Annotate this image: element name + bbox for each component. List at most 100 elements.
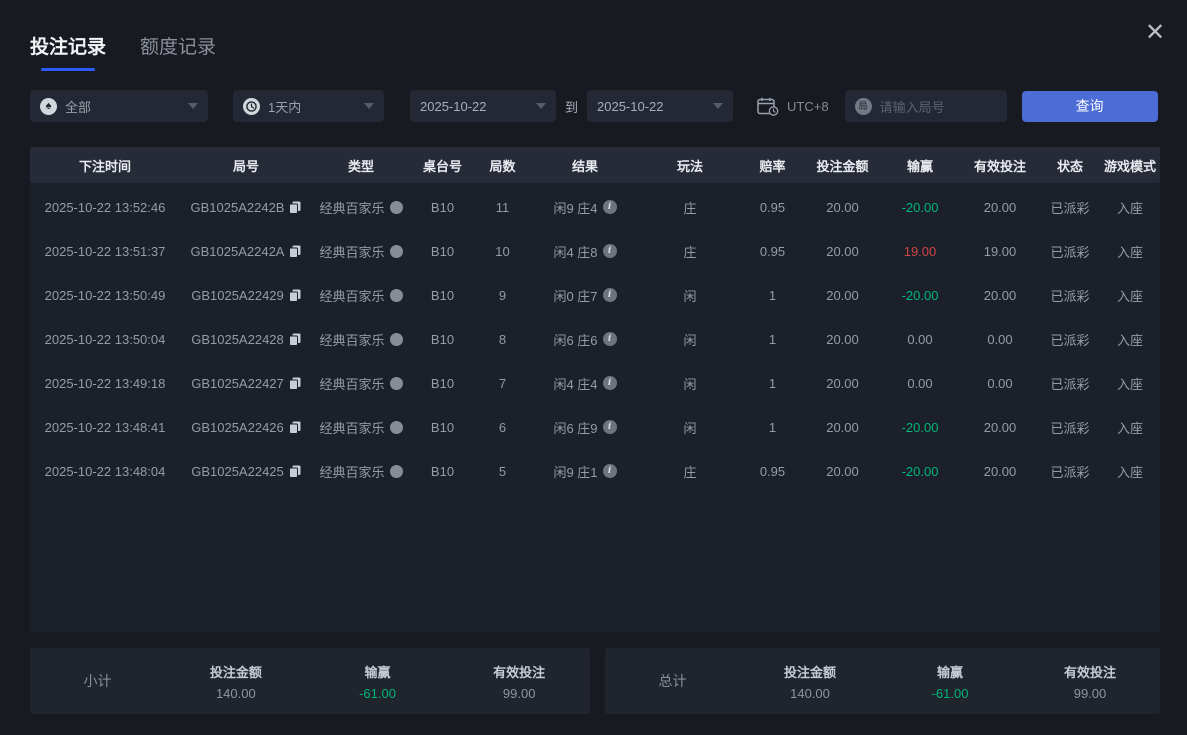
table-row: 2025-10-22 13:48:41 GB1025A22426 经典百家乐 B… bbox=[30, 405, 1160, 449]
cell-valid-bet: 19.00 bbox=[983, 243, 1017, 259]
cell-game-mode: 入座 bbox=[1116, 376, 1143, 392]
subtotal-bet-amount: 投注金额 140.00 bbox=[209, 664, 262, 701]
cell-odds: 0.95 bbox=[759, 199, 786, 215]
filter-bar: ♠ 全部 1天内 2025-10-22 到 2025-10-22 UTC+8 局… bbox=[30, 90, 1158, 122]
type-info-icon[interactable] bbox=[389, 200, 403, 214]
cell-odds: 1 bbox=[768, 331, 777, 347]
type-info-icon[interactable] bbox=[389, 420, 403, 434]
round-icon: 局 bbox=[854, 97, 872, 115]
cell-game-mode: 入座 bbox=[1116, 420, 1143, 436]
cell-win-loss: -20.00 bbox=[901, 287, 939, 303]
copy-icon[interactable] bbox=[288, 465, 301, 478]
result-info-icon[interactable]: i bbox=[602, 288, 617, 302]
col-header-valid-bet: 有效投注 bbox=[973, 158, 1026, 174]
total-win-loss: 输赢 -61.00 bbox=[931, 664, 969, 701]
copy-icon[interactable] bbox=[289, 201, 301, 214]
cell-bet-time: 2025-10-22 13:48:04 bbox=[44, 463, 166, 479]
cell-valid-bet: 20.00 bbox=[983, 419, 1017, 435]
tab-quota-records[interactable]: 额度记录 bbox=[140, 32, 216, 71]
query-button[interactable]: 查询 bbox=[1021, 90, 1158, 122]
result-info-icon[interactable]: i bbox=[602, 244, 617, 258]
copy-icon[interactable] bbox=[288, 421, 301, 434]
cell-result: 闲4 庄8 i bbox=[530, 242, 640, 261]
cell-win-loss: -20.00 bbox=[901, 199, 939, 215]
col-header-odds: 赔率 bbox=[759, 158, 786, 174]
cell-type: 经典百家乐 bbox=[312, 286, 410, 305]
tab-active-underline bbox=[41, 68, 95, 71]
cell-win-loss: 0.00 bbox=[907, 375, 933, 391]
cell-round-no: 7 bbox=[498, 375, 507, 391]
cell-result: 闲9 庄1 i bbox=[530, 462, 640, 481]
copy-icon[interactable] bbox=[288, 333, 301, 346]
cell-game-mode: 入座 bbox=[1116, 200, 1143, 216]
game-type-select[interactable]: ♠ 全部 bbox=[30, 90, 208, 122]
round-number-input[interactable]: 局 请输入局号 bbox=[844, 90, 1007, 122]
cell-round-no: 11 bbox=[495, 199, 510, 215]
type-info-icon[interactable] bbox=[389, 288, 403, 302]
chevron-down-icon bbox=[536, 103, 546, 109]
table-body: 2025-10-22 13:52:46 GB1025A2242B 经典百家乐 B… bbox=[30, 183, 1160, 632]
cell-game-mode: 入座 bbox=[1116, 244, 1143, 260]
cell-type: 经典百家乐 bbox=[312, 198, 410, 217]
type-info-icon[interactable] bbox=[389, 376, 403, 390]
cell-game-mode: 入座 bbox=[1116, 288, 1143, 304]
tab-bet-records-label: 投注记录 bbox=[30, 37, 107, 58]
time-range-select[interactable]: 1天内 bbox=[233, 90, 384, 122]
result-info-icon[interactable]: i bbox=[602, 332, 617, 346]
cell-win-loss: 0.00 bbox=[907, 331, 933, 347]
calendar-clock-icon bbox=[757, 97, 779, 116]
cell-round-no: 5 bbox=[498, 463, 507, 479]
cell-status: 已派彩 bbox=[1050, 200, 1090, 216]
result-info-icon[interactable]: i bbox=[602, 420, 617, 434]
cell-status: 已派彩 bbox=[1050, 464, 1090, 480]
cell-status: 已派彩 bbox=[1050, 420, 1090, 436]
close-icon[interactable]: ✕ bbox=[1139, 16, 1171, 48]
time-range-value: 1天内 bbox=[268, 99, 302, 115]
total-label: 总计 bbox=[658, 673, 687, 689]
type-info-icon[interactable] bbox=[389, 332, 403, 346]
cell-bet-amount: 20.00 bbox=[826, 375, 859, 391]
col-header-table-no: 桌台号 bbox=[422, 158, 462, 174]
timezone-value: UTC+8 bbox=[787, 98, 829, 114]
cell-result: 闲6 庄9 i bbox=[530, 418, 640, 437]
tab-bet-records[interactable]: 投注记录 bbox=[30, 32, 106, 71]
table-header-row: 下注时间 局号 类型 桌台号 局数 结果 玩法 赔率 投注金额 输赢 有效投注 … bbox=[30, 147, 1160, 183]
subtotal-valid-bet: 有效投注 99.00 bbox=[493, 664, 546, 701]
cell-odds: 1 bbox=[768, 287, 777, 303]
cell-play: 闲 bbox=[683, 288, 697, 304]
result-info-icon[interactable]: i bbox=[602, 200, 617, 214]
subtotal-panel: 小计 投注金额 140.00 输赢 -61.00 有效投注 99.00 bbox=[30, 648, 590, 714]
cell-status: 已派彩 bbox=[1050, 244, 1090, 260]
col-header-bet-amount: 投注金额 bbox=[816, 158, 869, 174]
chevron-down-icon bbox=[188, 103, 198, 109]
cell-valid-bet: 20.00 bbox=[983, 463, 1017, 479]
cell-status: 已派彩 bbox=[1050, 288, 1090, 304]
cell-round-no: 9 bbox=[498, 287, 507, 303]
type-info-icon[interactable] bbox=[389, 464, 403, 478]
cell-play: 庄 bbox=[683, 200, 697, 216]
cell-bet-time: 2025-10-22 13:50:49 bbox=[44, 287, 166, 303]
type-info-icon[interactable] bbox=[389, 244, 403, 258]
table-row: 2025-10-22 13:49:18 GB1025A22427 经典百家乐 B… bbox=[30, 361, 1160, 405]
cell-game-mode: 入座 bbox=[1116, 464, 1143, 480]
cell-valid-bet: 0.00 bbox=[987, 331, 1013, 347]
subtotal-win-loss: 输赢 -61.00 bbox=[359, 664, 396, 701]
cell-table-no: B10 bbox=[430, 199, 455, 215]
copy-icon[interactable] bbox=[288, 377, 301, 390]
timezone-indicator[interactable]: UTC+8 bbox=[757, 97, 829, 116]
table-row: 2025-10-22 13:48:04 GB1025A22425 经典百家乐 B… bbox=[30, 449, 1160, 493]
cell-round-id: GB1025A22427 bbox=[180, 376, 312, 391]
copy-icon[interactable] bbox=[288, 289, 301, 302]
copy-icon[interactable] bbox=[289, 245, 301, 258]
cell-play: 闲 bbox=[683, 420, 697, 436]
cell-round-id: GB1025A22429 bbox=[180, 288, 312, 303]
game-type-value: 全部 bbox=[65, 99, 92, 115]
date-from-picker[interactable]: 2025-10-22 bbox=[410, 90, 556, 122]
result-info-icon[interactable]: i bbox=[602, 376, 617, 390]
cell-table-no: B10 bbox=[430, 375, 455, 391]
cell-bet-amount: 20.00 bbox=[826, 287, 859, 303]
cell-odds: 1 bbox=[768, 375, 777, 391]
date-to-picker[interactable]: 2025-10-22 bbox=[587, 90, 734, 122]
cell-bet-amount: 20.00 bbox=[826, 199, 859, 215]
result-info-icon[interactable]: i bbox=[602, 464, 617, 478]
